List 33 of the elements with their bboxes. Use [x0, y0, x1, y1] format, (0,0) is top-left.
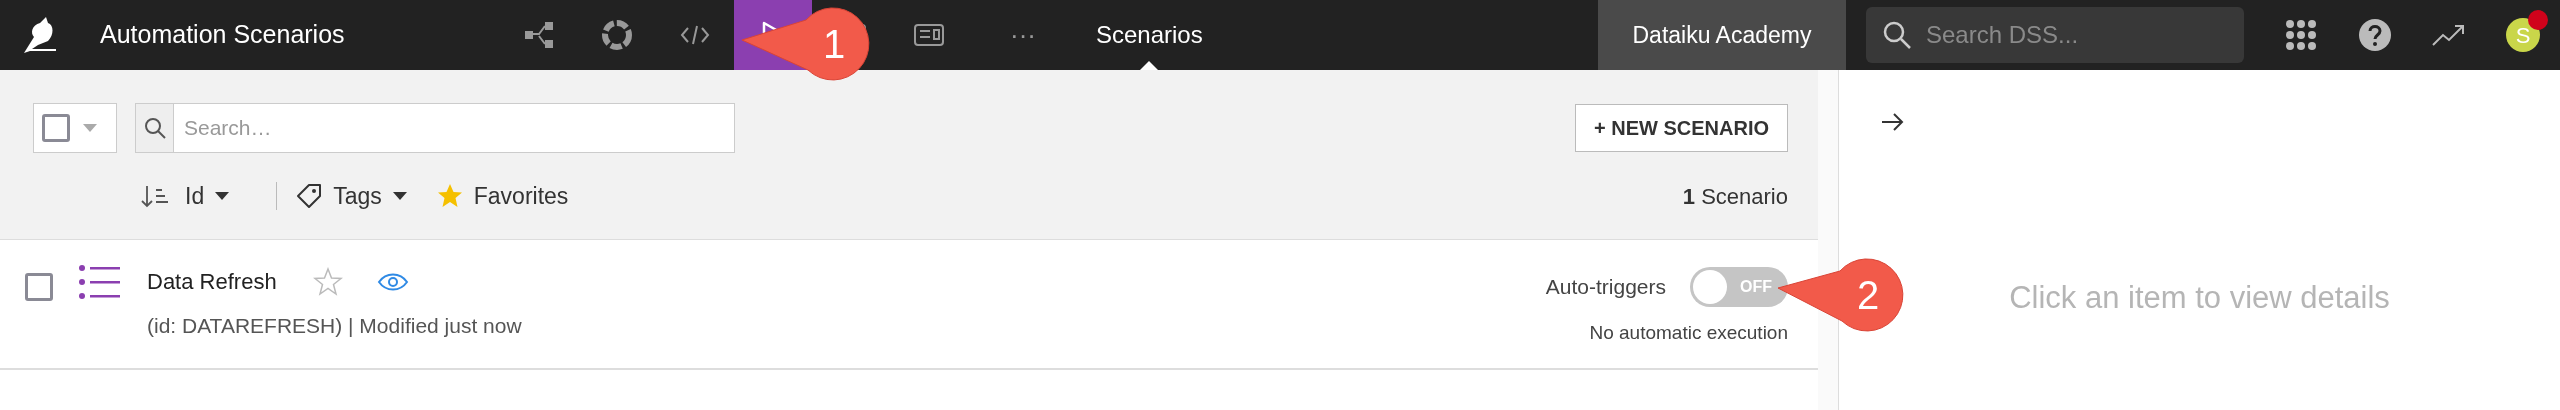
list-icon: [78, 262, 122, 302]
scenario-meta: (id: DATAREFRESH) | Modified just now: [147, 313, 522, 339]
scenario-count: 1 Scenario: [1682, 182, 1788, 211]
help-icon[interactable]: [2358, 18, 2392, 52]
empty-state-message: Click an item to view details: [2009, 279, 2390, 317]
flow-icon: [523, 19, 555, 51]
caret-icon: [82, 123, 98, 133]
auto-triggers-label: Auto-triggers: [1545, 274, 1666, 301]
tags-dropdown[interactable]: Tags: [295, 179, 408, 214]
tag-icon: [295, 182, 324, 211]
new-scenario-button[interactable]: + NEW SCENARIO: [1574, 104, 1788, 152]
favorites-filter[interactable]: Favorites: [435, 179, 569, 214]
trigger-note: No automatic execution: [1589, 321, 1788, 345]
arrow-right-icon[interactable]: [1881, 112, 1905, 132]
caret-icon: [214, 191, 231, 202]
row-checkbox[interactable]: [25, 273, 53, 301]
sort-icon[interactable]: [141, 184, 169, 209]
project-title[interactable]: Automation Scenarios: [80, 0, 500, 70]
star-icon[interactable]: [312, 266, 343, 297]
apps-grid-icon[interactable]: [2285, 19, 2317, 51]
search-box[interactable]: Search DSS...: [1866, 7, 2244, 63]
caret-icon: [391, 191, 408, 202]
scenario-name[interactable]: Data Refresh: [147, 265, 277, 298]
academy-button[interactable]: Dataiku Academy: [1598, 0, 1846, 70]
search-field[interactable]: Search DSS...: [1924, 16, 2214, 54]
sort-dropdown[interactable]: Id: [185, 179, 231, 214]
trend-icon[interactable]: [2432, 23, 2466, 47]
search-icon[interactable]: [1882, 20, 1912, 50]
select-all-dropdown[interactable]: [33, 103, 117, 153]
more-menu[interactable]: ···: [968, 0, 1066, 70]
search-icon: [143, 117, 166, 139]
dashed-circle-icon: [601, 19, 633, 51]
section-tab[interactable]: Scenarios: [1096, 17, 1203, 53]
